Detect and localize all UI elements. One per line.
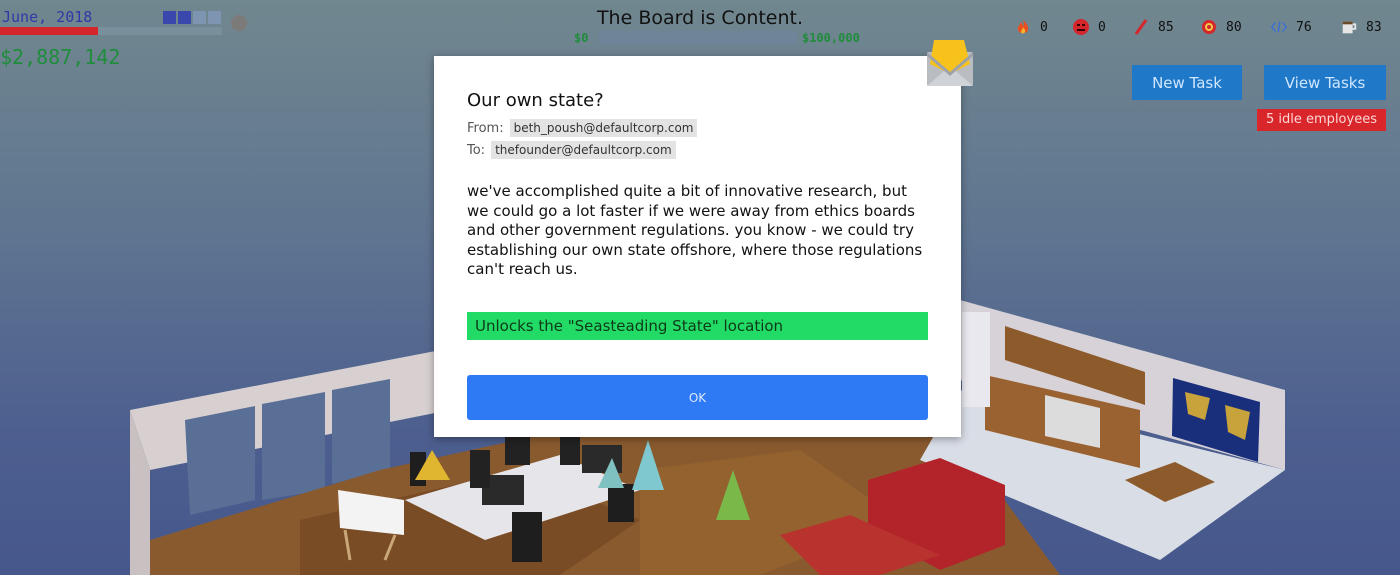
stat-outrage: 0 [1014,18,1048,36]
email-dialog: Our own state? From: beth_poush@defaultc… [434,56,961,437]
office-chair [608,484,634,522]
view-tasks-button[interactable]: View Tasks [1264,65,1386,100]
stat-value: 76 [1296,19,1312,35]
idle-employees-badge[interactable]: 5 idle employees [1257,109,1386,131]
email-from-label: From: [467,120,504,136]
window [262,392,325,500]
stat-value: 85 [1158,19,1174,35]
coffee-mug-icon [1340,18,1358,36]
target-icon [1200,18,1218,36]
new-task-button[interactable]: New Task [1132,65,1242,100]
stat-angry: 0 [1072,18,1106,36]
stat-value: 0 [1098,19,1106,35]
stat-marketing: 80 [1200,18,1242,36]
envelope-icon [927,40,973,86]
stat-value: 80 [1226,19,1242,35]
stat-productivity: 83 [1340,18,1382,36]
email-body: we've accomplished quite a bit of innova… [467,182,923,279]
email-from-address: beth_poush@defaultcorp.com [509,119,698,137]
email-to-address: thefounder@defaultcorp.com [491,141,676,159]
window [185,406,255,515]
stat-engineering: 76 [1270,18,1312,36]
office-chair [512,512,542,562]
angry-face-icon [1072,18,1090,36]
profit-target-bar [599,31,797,45]
board-profit-target: $0 $100,000 [572,31,877,45]
fire-icon [1014,18,1032,36]
email-subject: Our own state? [467,90,604,111]
email-to-row: To: thefounder@defaultcorp.com [467,141,676,159]
stat-design: 85 [1132,18,1174,36]
email-to-label: To: [467,142,486,158]
cash-balance: $2,887,142 [0,45,121,69]
stat-value: 83 [1366,19,1382,35]
profit-target-min: $0 [574,31,589,45]
window [332,379,390,484]
board-status: The Board is Content. [596,7,804,29]
stat-value: 0 [1040,19,1048,35]
email-effect: Unlocks the "Seasteading State" location [467,312,928,340]
email-from-row: From: beth_poush@defaultcorp.com [467,119,698,137]
pencil-icon [1132,18,1150,36]
code-icon [1270,18,1288,36]
profit-target-max: $100,000 [802,31,860,45]
fridge [962,312,990,407]
ok-button[interactable]: OK [467,375,928,420]
